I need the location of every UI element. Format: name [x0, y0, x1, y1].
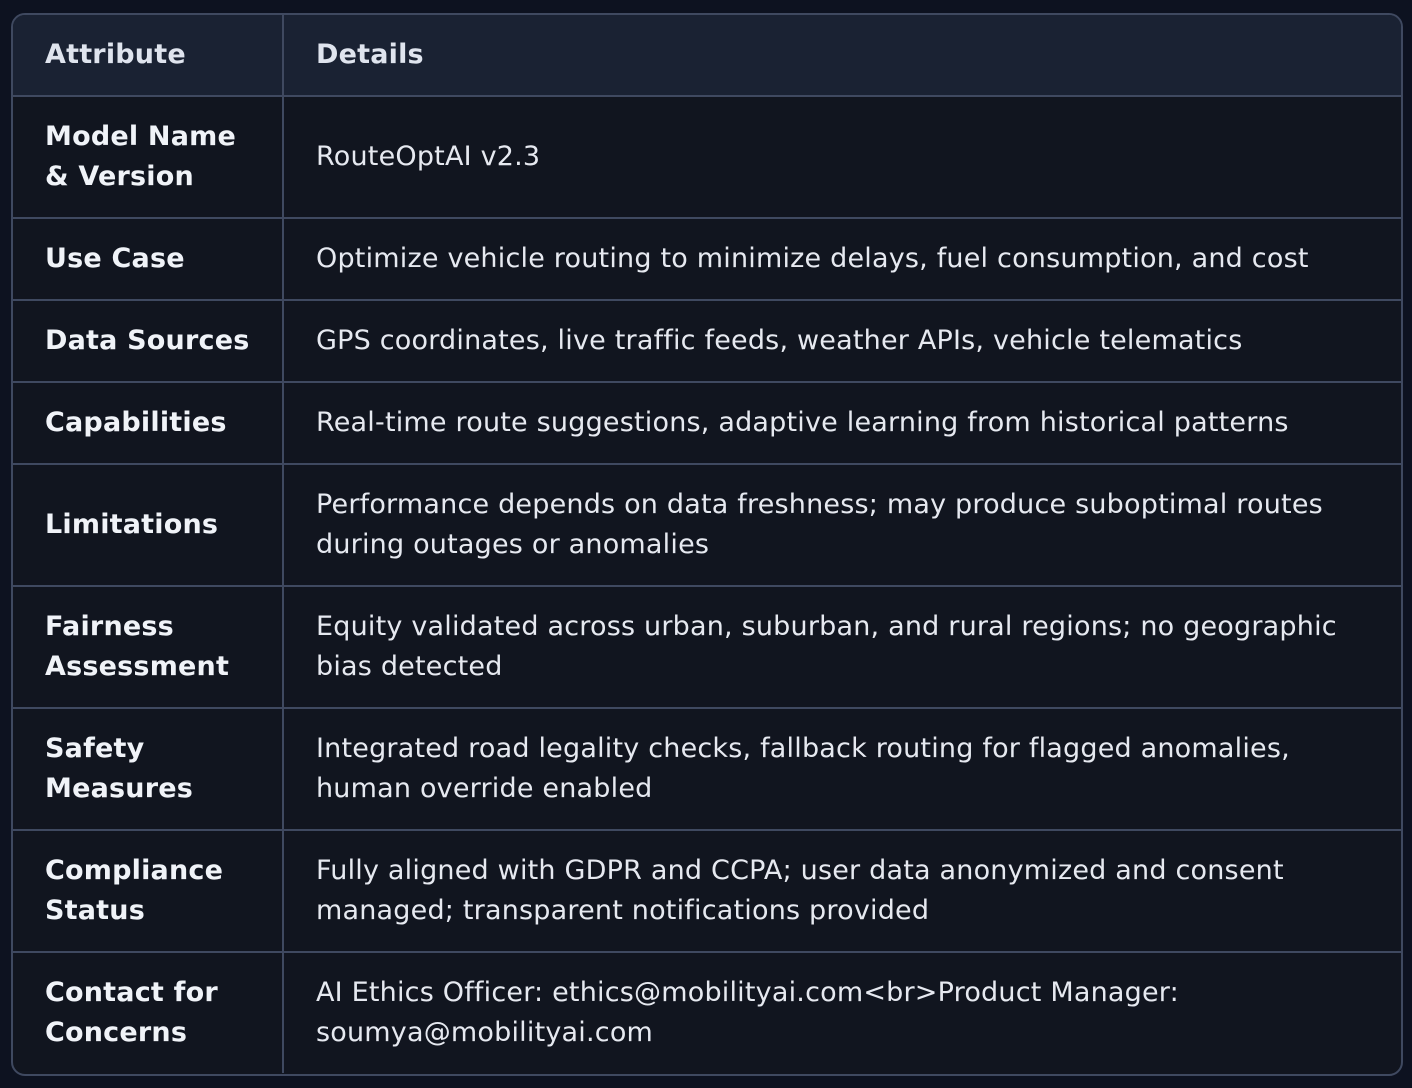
table-row: Contact for Concerns AI Ethics Officer: …: [13, 952, 1401, 1073]
table-row: Use Case Optimize vehicle routing to min…: [13, 218, 1401, 301]
table-header: Attribute Details: [13, 15, 1401, 97]
row-attribute-safety: Safety Measures: [13, 708, 284, 831]
row-attribute-data-sources: Data Sources: [13, 300, 284, 383]
row-details-limitations: Performance depends on data freshness; m…: [283, 464, 1401, 587]
table-row: Capabilities Real-time route suggestions…: [13, 382, 1401, 465]
row-details-use-case: Optimize vehicle routing to minimize del…: [283, 218, 1401, 301]
table-row: Compliance Status Fully aligned with GDP…: [13, 830, 1401, 953]
model-card-table-container: Attribute Details Model Name & Version R…: [11, 13, 1403, 1076]
model-card-table: Attribute Details Model Name & Version R…: [13, 15, 1401, 1073]
row-details-safety: Integrated road legality checks, fallbac…: [283, 708, 1401, 831]
column-header-attribute: Attribute: [13, 15, 284, 97]
table-body: Model Name & Version RouteOptAI v2.3 Use…: [13, 96, 1401, 1073]
column-header-details: Details: [283, 15, 1401, 97]
row-attribute-fairness: Fairness Assessment: [13, 586, 284, 709]
row-details-fairness: Equity validated across urban, suburban,…: [283, 586, 1401, 709]
row-details-data-sources: GPS coordinates, live traffic feeds, wea…: [283, 300, 1401, 383]
row-details-model-name: RouteOptAI v2.3: [283, 96, 1401, 219]
table-row: Safety Measures Integrated road legality…: [13, 708, 1401, 831]
row-attribute-limitations: Limitations: [13, 464, 284, 587]
row-details-compliance: Fully aligned with GDPR and CCPA; user d…: [283, 830, 1401, 953]
table-row: Data Sources GPS coordinates, live traff…: [13, 300, 1401, 383]
table-row: Model Name & Version RouteOptAI v2.3: [13, 96, 1401, 219]
row-attribute-contact: Contact for Concerns: [13, 952, 284, 1073]
row-attribute-compliance: Compliance Status: [13, 830, 284, 953]
table-row: Fairness Assessment Equity validated acr…: [13, 586, 1401, 709]
row-details-contact: AI Ethics Officer: ethics@mobilityai.com…: [316, 977, 1179, 1048]
row-details-capabilities: Real-time route suggestions, adaptive le…: [283, 382, 1401, 465]
row-attribute-use-case: Use Case: [13, 218, 284, 301]
row-attribute-capabilities: Capabilities: [13, 382, 284, 465]
table-row: Limitations Performance depends on data …: [13, 464, 1401, 587]
header-row: Attribute Details: [13, 15, 1401, 97]
row-attribute-model-name: Model Name & Version: [13, 96, 284, 219]
